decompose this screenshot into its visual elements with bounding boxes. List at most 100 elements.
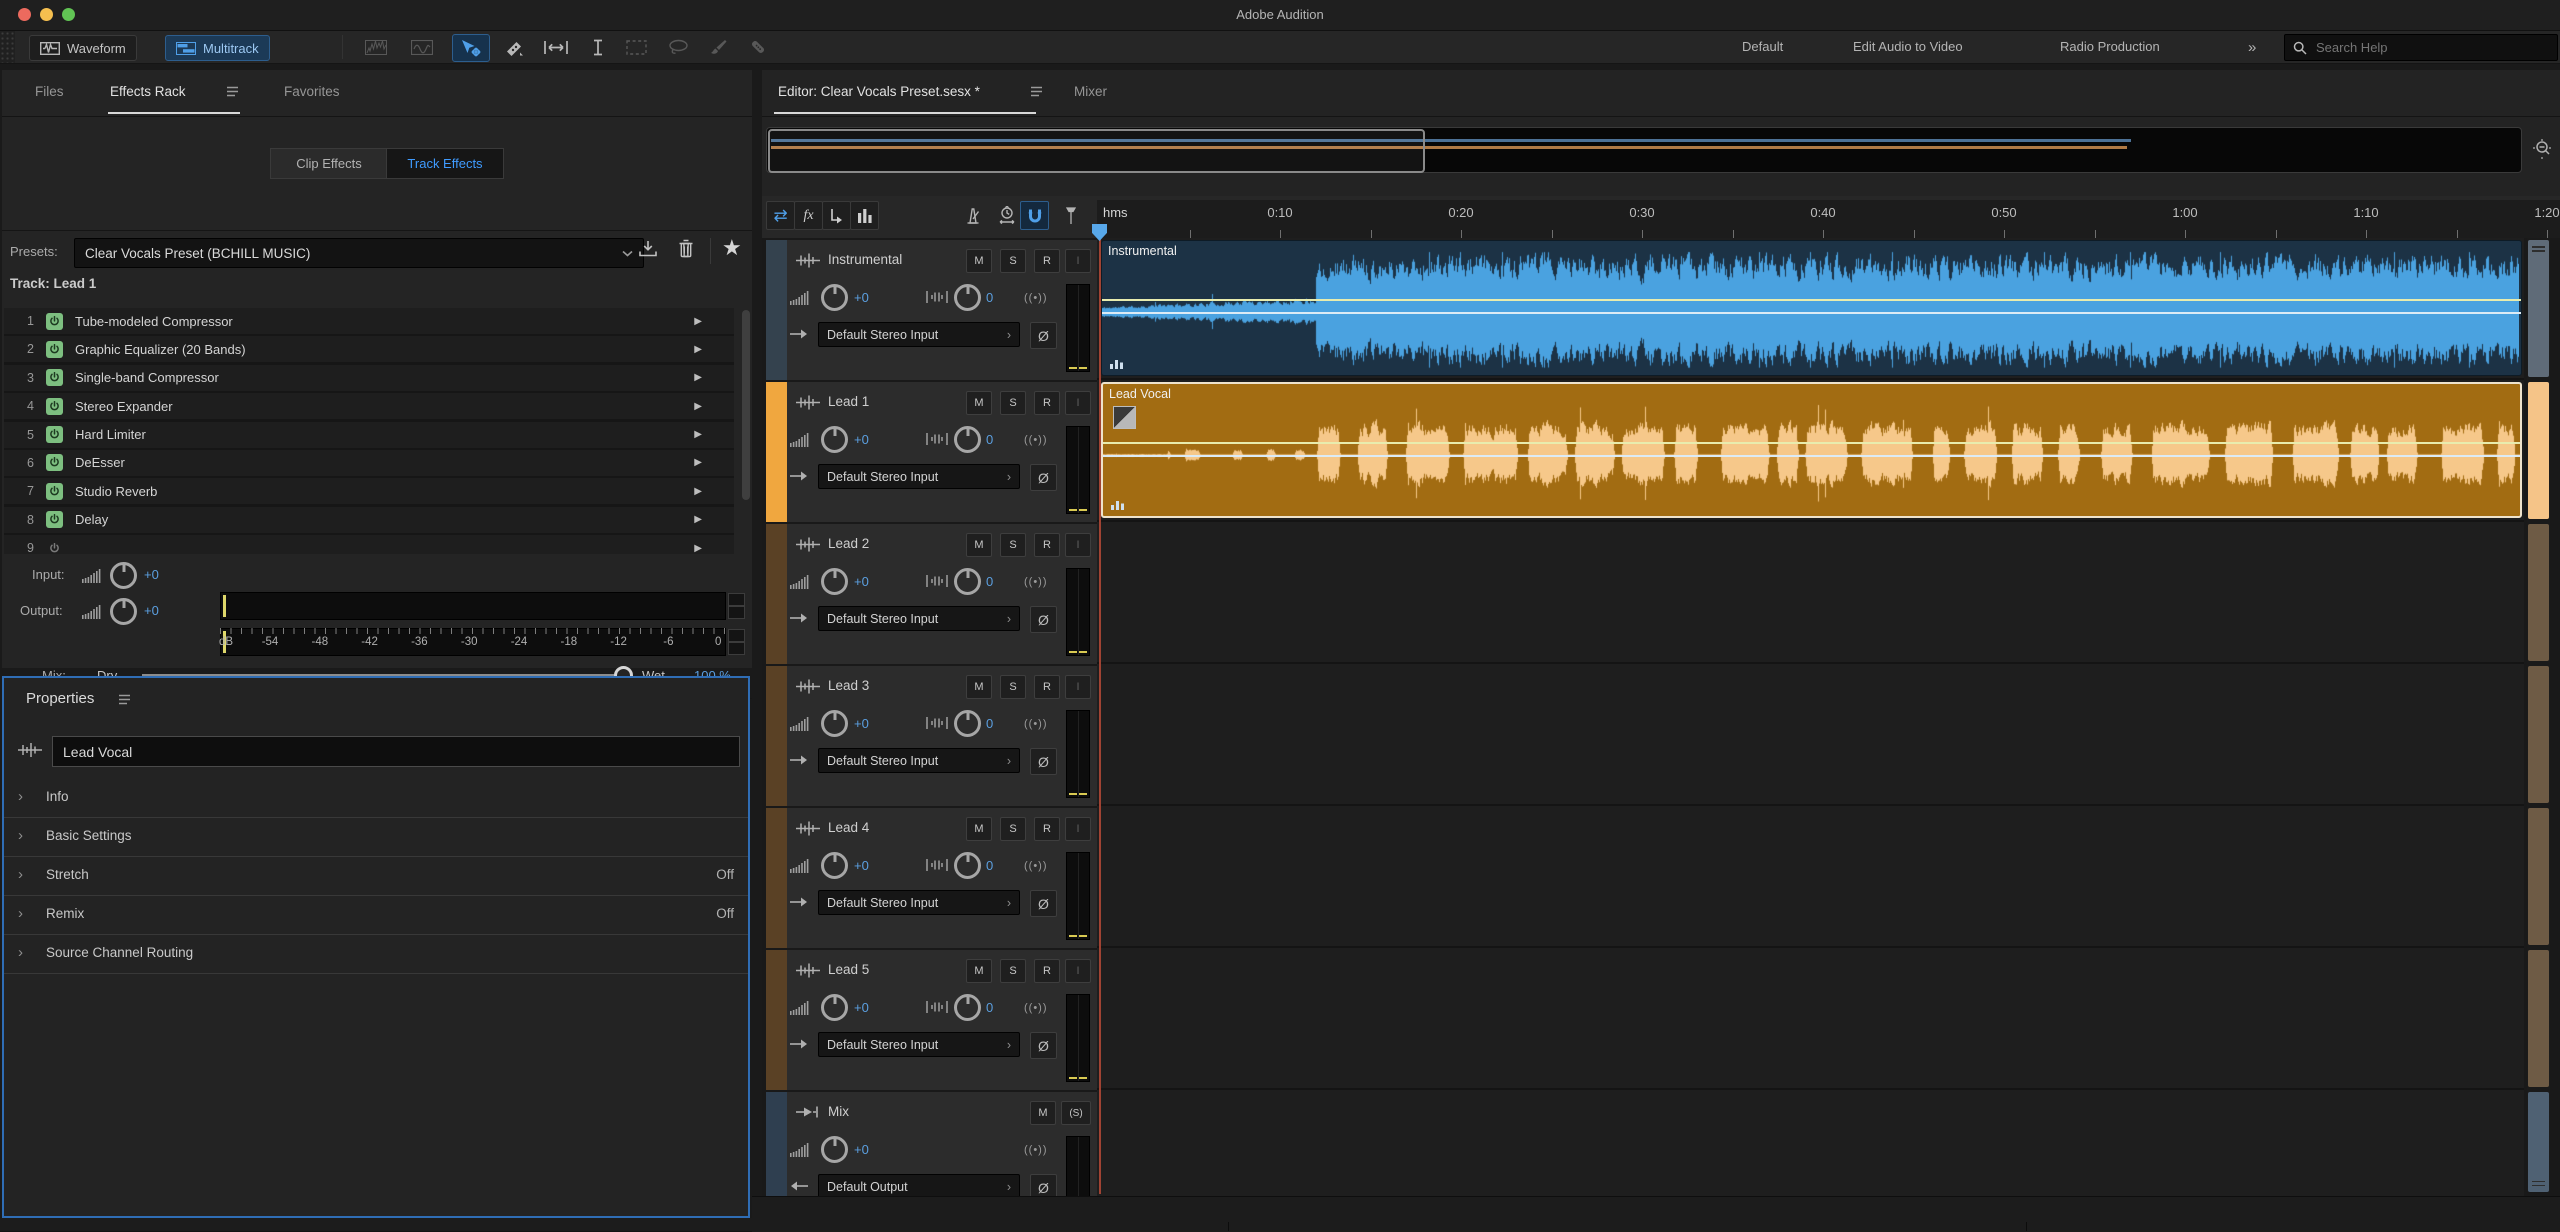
- output-routing-dropdown[interactable]: Default Output›: [818, 1174, 1020, 1196]
- track-mute-button[interactable]: M: [966, 675, 992, 699]
- track-solo-button[interactable]: S: [1000, 249, 1026, 273]
- input-gain-value[interactable]: +0: [144, 567, 159, 582]
- track-name[interactable]: Lead 5: [828, 962, 869, 977]
- scrollbar-track-segment[interactable]: [2528, 382, 2549, 519]
- effect-slot-row[interactable]: 9▶: [4, 535, 734, 554]
- properties-section-row[interactable]: ›Source Channel Routing: [4, 934, 748, 974]
- track-name[interactable]: Lead 1: [828, 394, 869, 409]
- paintbrush-selection-tool[interactable]: [700, 34, 736, 60]
- add-marker-icon[interactable]: [1056, 201, 1085, 230]
- track-fx-toggle[interactable]: fx: [794, 201, 823, 230]
- effect-slot-row[interactable]: 7Studio Reverb▶: [4, 478, 734, 504]
- track-input-monitor-button[interactable]: I: [1065, 959, 1091, 983]
- volume-knob[interactable]: [821, 284, 848, 311]
- track-input-monitor-button[interactable]: I: [1065, 391, 1091, 415]
- track-solo-safe-button[interactable]: (S): [1061, 1101, 1091, 1125]
- monitor-input-icon[interactable]: ((•)): [1024, 860, 1048, 872]
- track-mute-button[interactable]: M: [1030, 1101, 1056, 1125]
- track-name[interactable]: Lead 2: [828, 536, 869, 551]
- workspace-edit-audio-to-video[interactable]: Edit Audio to Video: [1853, 39, 1963, 54]
- multitrack-view-button[interactable]: Multitrack: [165, 35, 270, 61]
- track-lane-lead-2[interactable]: [1097, 522, 2524, 664]
- effects-list-scrollbar[interactable]: [742, 310, 750, 500]
- track-name[interactable]: Lead 4: [828, 820, 869, 835]
- search-help-box[interactable]: [2284, 34, 2558, 61]
- clip-lead-vocal[interactable]: Lead Vocal: [1101, 382, 2522, 518]
- input-routing-dropdown[interactable]: Default Stereo Input›: [818, 1032, 1020, 1057]
- volume-knob[interactable]: [821, 852, 848, 879]
- track-mute-button[interactable]: M: [966, 959, 992, 983]
- volume-knob[interactable]: [821, 994, 848, 1021]
- volume-knob[interactable]: [821, 426, 848, 453]
- effect-power-icon[interactable]: [46, 313, 63, 330]
- track-solo-button[interactable]: S: [1000, 817, 1026, 841]
- track-mute-button[interactable]: M: [966, 533, 992, 557]
- timeline-ruler[interactable]: hms 0:100:200:300:400:501:001:101:20: [1097, 200, 2560, 239]
- clip-gain-widget[interactable]: [1113, 406, 1136, 429]
- volume-envelope-line[interactable]: [1102, 299, 2521, 301]
- tab-editor[interactable]: Editor: Clear Vocals Preset.sesx *: [778, 84, 980, 99]
- toolbar-grip[interactable]: [0, 31, 15, 63]
- effect-expand-arrow[interactable]: ▶: [694, 486, 702, 497]
- track-arm-record-button[interactable]: R: [1034, 675, 1060, 699]
- effect-power-icon[interactable]: [46, 398, 63, 415]
- effect-power-icon[interactable]: [46, 341, 63, 358]
- volume-value[interactable]: +0: [854, 716, 869, 731]
- track-header-lead-3[interactable]: Lead 3MSRI+00((•))Default Stereo Input›Ø: [766, 666, 1097, 806]
- effect-expand-arrow[interactable]: ▶: [694, 429, 702, 440]
- track-solo-button[interactable]: S: [1000, 675, 1026, 699]
- track-arm-record-button[interactable]: R: [1034, 959, 1060, 983]
- track-solo-button[interactable]: S: [1000, 959, 1026, 983]
- effect-power-icon[interactable]: [46, 511, 63, 528]
- editor-panel-menu-icon[interactable]: [1030, 86, 1043, 97]
- tab-mixer[interactable]: Mixer: [1074, 84, 1107, 99]
- monitor-input-icon[interactable]: ((•)): [1024, 576, 1048, 588]
- properties-section-row[interactable]: ›StretchOff: [4, 856, 748, 896]
- volume-knob[interactable]: [821, 1136, 848, 1163]
- track-sends-toggle[interactable]: [822, 201, 851, 230]
- track-header-lead-2[interactable]: Lead 2MSRI+00((•))Default Stereo Input›Ø: [766, 524, 1097, 664]
- volume-value[interactable]: +0: [854, 1000, 869, 1015]
- effect-slot-row[interactable]: 2Graphic Equalizer (20 Bands)▶: [4, 336, 734, 362]
- volume-knob[interactable]: [821, 568, 848, 595]
- move-tool[interactable]: [452, 34, 490, 62]
- effect-expand-arrow[interactable]: ▶: [694, 514, 702, 525]
- effect-expand-arrow[interactable]: ▶: [694, 543, 702, 554]
- track-header-lead-1[interactable]: Lead 1MSRI+00((•))Default Stereo Input›Ø: [766, 382, 1097, 522]
- track-input-monitor-button[interactable]: I: [1065, 533, 1091, 557]
- phase-invert-button[interactable]: Ø: [1030, 464, 1057, 491]
- phase-invert-button[interactable]: Ø: [1030, 1032, 1057, 1059]
- volume-value[interactable]: +0: [854, 290, 869, 305]
- effect-slot-row[interactable]: 8Delay▶: [4, 507, 734, 533]
- time-display-settings[interactable]: [992, 201, 1021, 230]
- pan-value[interactable]: 0: [986, 1000, 993, 1015]
- marquee-selection-tool[interactable]: [618, 34, 654, 60]
- properties-section-row[interactable]: ›RemixOff: [4, 895, 748, 935]
- effect-slot-row[interactable]: 5Hard Limiter▶: [4, 422, 734, 448]
- effect-slot-row[interactable]: 4Stereo Expander▶: [4, 393, 734, 419]
- preset-dropdown[interactable]: Clear Vocals Preset (BCHILL MUSIC): [74, 238, 644, 268]
- pan-value[interactable]: 0: [986, 858, 993, 873]
- slip-tool[interactable]: [538, 34, 574, 60]
- volume-knob[interactable]: [821, 710, 848, 737]
- clip-effects-toggle[interactable]: Clip Effects: [270, 148, 388, 179]
- track-input-monitor-button[interactable]: I: [1065, 249, 1091, 273]
- effects-rack-panel-menu-icon[interactable]: [226, 86, 239, 97]
- monitor-input-icon[interactable]: ((•)): [1024, 1002, 1048, 1014]
- chevron-right-icon[interactable]: ›: [18, 788, 23, 805]
- pan-envelope-line[interactable]: [1102, 312, 2521, 314]
- scrollbar-track-segment[interactable]: [2528, 240, 2549, 377]
- pan-knob[interactable]: [954, 426, 981, 453]
- chevron-right-icon[interactable]: ›: [18, 866, 23, 883]
- track-arm-record-button[interactable]: R: [1034, 249, 1060, 273]
- pan-value[interactable]: 0: [986, 290, 993, 305]
- track-input-monitor-button[interactable]: I: [1065, 675, 1091, 699]
- track-header-instrumental[interactable]: InstrumentalMSRI+00((•))Default Stereo I…: [766, 240, 1097, 380]
- input-routing-dropdown[interactable]: Default Stereo Input›: [818, 464, 1020, 489]
- input-routing-dropdown[interactable]: Default Stereo Input›: [818, 890, 1020, 915]
- scrollbar-track-segment[interactable]: [2528, 666, 2549, 803]
- razor-tool[interactable]: [496, 34, 532, 60]
- track-name[interactable]: Lead 3: [828, 678, 869, 693]
- effect-power-icon[interactable]: [46, 454, 63, 471]
- volume-value[interactable]: +0: [854, 858, 869, 873]
